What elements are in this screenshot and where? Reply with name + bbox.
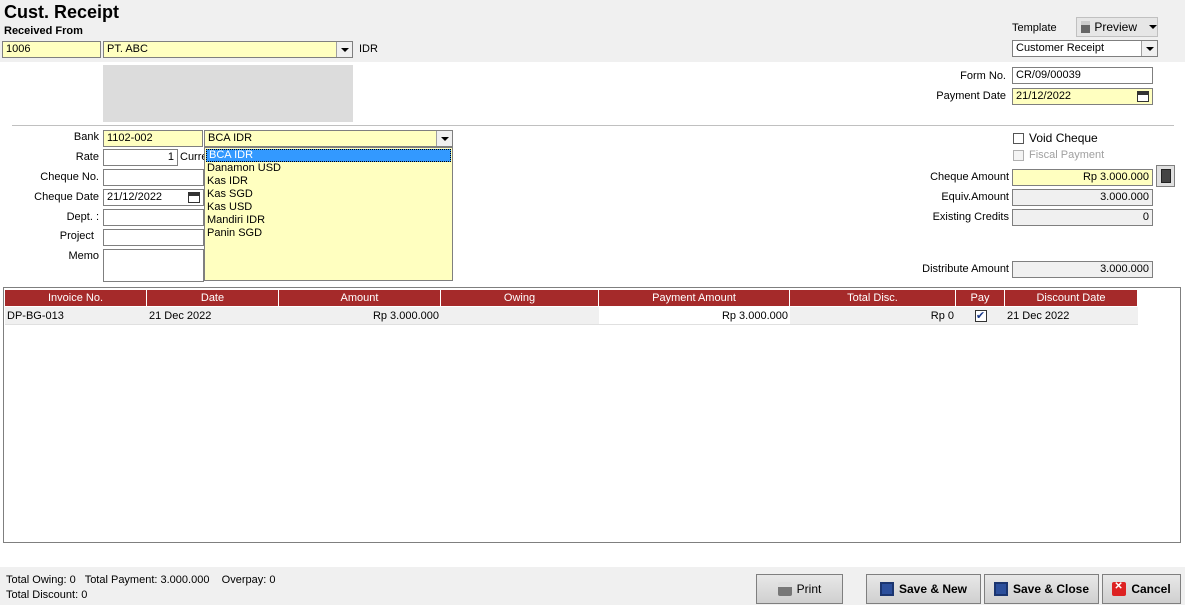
currency-label: IDR [359,43,378,55]
total-owing-text: Total Owing: 0 [6,574,76,586]
equiv-amount-label: Equiv.Amount [941,191,1009,203]
close-icon [1112,581,1127,596]
column-header-total-disc[interactable]: Total Disc. [790,290,956,306]
save-icon [879,582,894,596]
column-header-owing[interactable]: Owing [441,290,599,306]
cell-amount[interactable]: Rp 3.000.000 [279,307,441,325]
total-discount-text: Total Discount: 0 [6,589,88,601]
distribute-amount-label: Distribute Amount [922,263,1009,275]
cheque-date-label: Cheque Date [34,191,99,203]
chevron-down-icon[interactable] [436,131,452,146]
column-header-payment-amount[interactable]: Payment Amount [599,290,790,306]
save-new-label: Save & New [898,582,968,596]
cell-date[interactable]: 21 Dec 2022 [147,307,279,325]
cell-total-disc[interactable]: Rp 0 [790,307,956,325]
form-no-label: Form No. [960,70,1006,82]
customer-name-value: PT. ABC [107,43,148,55]
cell-invoice-no[interactable]: DP-BG-013 [5,307,147,325]
print-button[interactable]: Print [756,574,843,604]
equiv-amount-field: 3.000.000 [1012,189,1153,206]
customer-code-field[interactable]: 1006 [2,41,101,58]
overpay-text: Overpay: 0 [221,574,276,586]
bank-name-select[interactable]: BCA IDR [204,130,453,147]
memo-field[interactable] [103,249,204,282]
cheque-amount-field[interactable]: Rp 3.000.000 [1012,169,1153,186]
fiscal-payment-checkbox[interactable] [1013,150,1024,161]
calendar-icon[interactable] [186,190,202,205]
payment-date-value: 21/12/2022 [1016,90,1072,102]
total-owing: Total Owing: 0 Total Payment: 3.000.000 … [6,573,275,588]
dept-field[interactable] [103,209,204,226]
dropdown-option[interactable]: Panin SGD [205,227,452,240]
existing-credits-label: Existing Credits [932,211,1009,223]
page-title: Cust. Receipt [4,2,120,22]
total-payment-text: Total Payment: 3.000.000 [84,574,210,586]
payment-date-field[interactable]: 21/12/2022 [1012,88,1153,105]
preview-button[interactable]: Preview [1076,17,1158,37]
column-header-discount-date[interactable]: Discount Date [1005,290,1138,306]
received-from-label: Received From [4,25,83,37]
cell-owing[interactable] [441,307,599,325]
bank-name-value: BCA IDR [208,132,253,144]
template-label: Template [1012,22,1057,34]
calculator-icon[interactable] [1156,165,1175,187]
chevron-down-icon [1149,25,1157,29]
bank-dropdown-list[interactable]: BCA IDR Danamon USD Kas IDR Kas SGD Kas … [204,147,453,281]
project-field[interactable] [103,229,204,246]
pay-checkbox[interactable]: ✔ [974,309,987,322]
dropdown-option[interactable]: Kas SGD [205,188,452,201]
printer-icon [1081,21,1091,33]
customer-name-select[interactable]: PT. ABC [103,41,353,58]
cheque-date-value: 21/12/2022 [107,191,163,203]
cheque-amount-label: Cheque Amount [930,171,1009,183]
dropdown-option[interactable]: BCA IDR [206,149,451,162]
void-cheque-label: Void Cheque [1029,131,1098,145]
template-select[interactable]: Customer Receipt [1012,40,1158,57]
template-value: Customer Receipt [1016,42,1105,54]
cell-pay[interactable]: ✔ [956,307,1005,325]
save-icon [993,582,1008,596]
dropdown-option[interactable]: Kas IDR [205,175,452,188]
dropdown-option[interactable]: Danamon USD [205,162,452,175]
dropdown-option[interactable]: Mandiri IDR [205,214,452,227]
project-label: Project [59,230,94,242]
cancel-button[interactable]: Cancel [1102,574,1181,604]
dept-label: Dept. : [66,211,99,223]
bank-label: Bank [73,131,99,143]
chevron-down-icon[interactable] [336,42,352,57]
rate-label: Rate [75,151,99,163]
printer-icon [777,582,792,596]
dropdown-option[interactable]: Kas USD [205,201,452,214]
calendar-icon[interactable] [1135,89,1151,104]
save-new-button[interactable]: Save & New [866,574,981,604]
bank-code-field[interactable]: 1102-002 [103,130,203,147]
column-header-pay[interactable]: Pay [956,290,1005,306]
rate-field[interactable]: 1 [103,149,178,166]
existing-credits-field: 0 [1012,209,1153,226]
customer-address-box [103,65,353,122]
cheque-no-label: Cheque No. [40,171,99,183]
save-close-label: Save & Close [1012,582,1090,596]
payment-date-label: Payment Date [936,90,1006,102]
chevron-down-icon[interactable] [1141,41,1157,56]
cell-discount-date[interactable]: 21 Dec 2022 [1005,307,1138,325]
distribute-amount-field: 3.000.000 [1012,261,1153,278]
column-header-invoice-no[interactable]: Invoice No. [5,290,147,306]
invoice-grid[interactable]: Invoice No. Date Amount Owing Payment Am… [3,287,1181,543]
memo-label: Memo [68,250,99,262]
form-no-field[interactable]: CR/09/00039 [1012,67,1153,84]
section-divider [12,125,1174,126]
cancel-label: Cancel [1131,582,1171,596]
preview-label: Preview [1094,20,1137,34]
save-close-button[interactable]: Save & Close [984,574,1099,604]
column-header-amount[interactable]: Amount [279,290,441,306]
fiscal-payment-label: Fiscal Payment [1029,149,1105,161]
cheque-no-field[interactable] [103,169,204,186]
cheque-date-field[interactable]: 21/12/2022 [103,189,204,206]
cell-payment-amount[interactable]: Rp 3.000.000 [599,307,790,325]
column-header-date[interactable]: Date [147,290,279,306]
void-cheque-checkbox[interactable] [1013,133,1024,144]
print-label: Print [796,582,822,596]
